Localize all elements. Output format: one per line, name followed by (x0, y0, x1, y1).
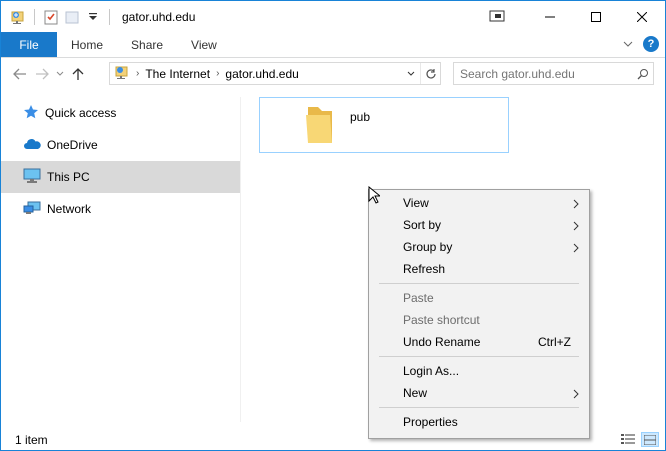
help-icon[interactable]: ? (643, 36, 659, 52)
snap-icon[interactable] (489, 9, 505, 23)
sidebar-item-quick-access[interactable]: Quick access (1, 97, 240, 129)
window-title: gator.uhd.edu (122, 9, 196, 24)
address-dropdown-icon[interactable] (402, 63, 420, 84)
list-item[interactable]: pub (259, 97, 509, 153)
menu-item-label: Properties (403, 415, 458, 429)
menu-separator (379, 356, 579, 357)
menu-item-refresh[interactable]: Refresh (369, 258, 589, 280)
recent-locations-chevron-icon[interactable] (53, 63, 67, 85)
menu-item-label: Sort by (403, 218, 442, 232)
quick-access-toolbar (1, 1, 114, 32)
ribbon-tabs: File Home Share View ? (1, 32, 665, 58)
tab-share[interactable]: Share (117, 32, 177, 57)
window-controls (527, 1, 665, 32)
new-folder-icon[interactable] (63, 8, 81, 26)
context-menu: View Sort by Group by Refresh Paste Past… (368, 189, 590, 439)
sidebar-item-label: Quick access (45, 106, 117, 120)
menu-item-label: Login As... (403, 364, 460, 378)
menu-item-label: New (403, 386, 428, 400)
address-bar[interactable]: › The Internet › gator.uhd.edu (109, 62, 441, 85)
menu-item-login-as[interactable]: Login As... (369, 360, 589, 382)
menu-item-sort-by[interactable]: Sort by (369, 214, 589, 236)
large-icons-view-icon[interactable] (641, 432, 659, 447)
toolbar-divider (34, 8, 35, 25)
folder-name: pub (350, 110, 371, 124)
menu-item-label: View (403, 196, 429, 210)
forward-arrow-icon[interactable] (31, 63, 53, 85)
cloud-icon (23, 137, 41, 154)
tab-view[interactable]: View (177, 32, 231, 57)
menu-item-paste-shortcut: Paste shortcut (369, 309, 589, 331)
menu-item-label: Paste shortcut (403, 313, 480, 327)
search-box[interactable] (453, 62, 654, 85)
menu-item-label: Paste (403, 291, 434, 305)
computer-icon (23, 168, 41, 187)
tab-home[interactable]: Home (57, 32, 117, 57)
ribbon-right-controls: ? (623, 36, 659, 52)
menu-item-shortcut: Ctrl+Z (538, 335, 571, 349)
network-icon (23, 200, 41, 219)
breadcrumb-item[interactable]: gator.uhd.edu (225, 67, 298, 81)
menu-item-label: Group by (403, 240, 453, 254)
breadcrumb-chevron-icon[interactable]: › (216, 68, 219, 79)
sidebar-item-label: This PC (47, 170, 90, 184)
title-bar: gator.uhd.edu (1, 1, 665, 32)
breadcrumb-item[interactable]: The Internet (145, 67, 210, 81)
search-icon[interactable] (633, 68, 653, 80)
maximize-button[interactable] (573, 1, 619, 32)
sidebar-item-onedrive[interactable]: OneDrive (1, 129, 240, 161)
menu-separator (379, 407, 579, 408)
submenu-arrow-icon (573, 388, 579, 402)
details-view-icon[interactable] (619, 432, 637, 447)
refresh-icon[interactable] (420, 63, 440, 84)
submenu-arrow-icon (573, 242, 579, 256)
properties-icon[interactable] (42, 8, 60, 26)
submenu-arrow-icon (573, 220, 579, 234)
menu-separator (379, 283, 579, 284)
explorer-window: gator.uhd.edu File Home Share View ? › T… (0, 0, 666, 451)
menu-item-view[interactable]: View (369, 192, 589, 214)
menu-item-paste: Paste (369, 287, 589, 309)
view-toggles (619, 432, 659, 447)
tab-file[interactable]: File (1, 32, 57, 57)
navigation-pane: Quick access OneDrive This PC Network (1, 97, 241, 422)
sidebar-item-network[interactable]: Network (1, 193, 240, 225)
sidebar-item-label: OneDrive (47, 138, 98, 152)
back-arrow-icon[interactable] (9, 63, 31, 85)
search-input[interactable] (460, 66, 633, 81)
menu-item-undo-rename[interactable]: Undo Rename Ctrl+Z (369, 331, 589, 353)
menu-item-label: Undo Rename (403, 335, 481, 349)
star-icon (23, 104, 39, 123)
customize-toolbar-dropdown-icon[interactable] (84, 8, 102, 26)
menu-item-group-by[interactable]: Group by (369, 236, 589, 258)
up-arrow-icon[interactable] (67, 63, 89, 85)
submenu-arrow-icon (573, 198, 579, 212)
item-count: 1 item (15, 433, 48, 447)
navigation-bar: › The Internet › gator.uhd.edu (1, 59, 665, 89)
sidebar-item-label: Network (47, 202, 92, 216)
network-folder-icon (9, 8, 27, 26)
toolbar-divider (109, 8, 110, 25)
minimize-button[interactable] (527, 1, 573, 32)
mouse-cursor-icon (368, 185, 382, 207)
menu-item-label: Refresh (403, 262, 446, 276)
sidebar-item-this-pc[interactable]: This PC (1, 161, 240, 193)
breadcrumb: › The Internet › gator.uhd.edu (110, 64, 402, 83)
location-icon (114, 64, 130, 83)
breadcrumb-chevron-icon[interactable]: › (136, 68, 139, 79)
close-button[interactable] (619, 1, 665, 32)
menu-item-properties[interactable]: Properties (369, 411, 589, 433)
folder-icon (304, 103, 334, 150)
menu-item-new[interactable]: New (369, 382, 589, 404)
expand-ribbon-icon[interactable] (623, 37, 633, 51)
